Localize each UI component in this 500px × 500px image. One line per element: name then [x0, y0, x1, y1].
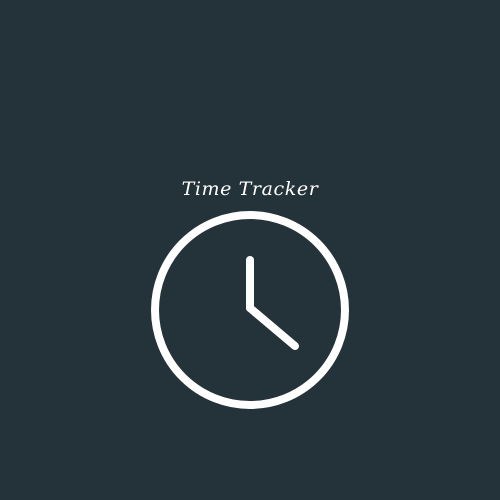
- clock-icon: [150, 210, 350, 410]
- splash-screen: Time Tracker: [0, 0, 500, 500]
- clock-minute-hand-icon: [246, 304, 299, 350]
- app-title: Time Tracker: [181, 178, 319, 200]
